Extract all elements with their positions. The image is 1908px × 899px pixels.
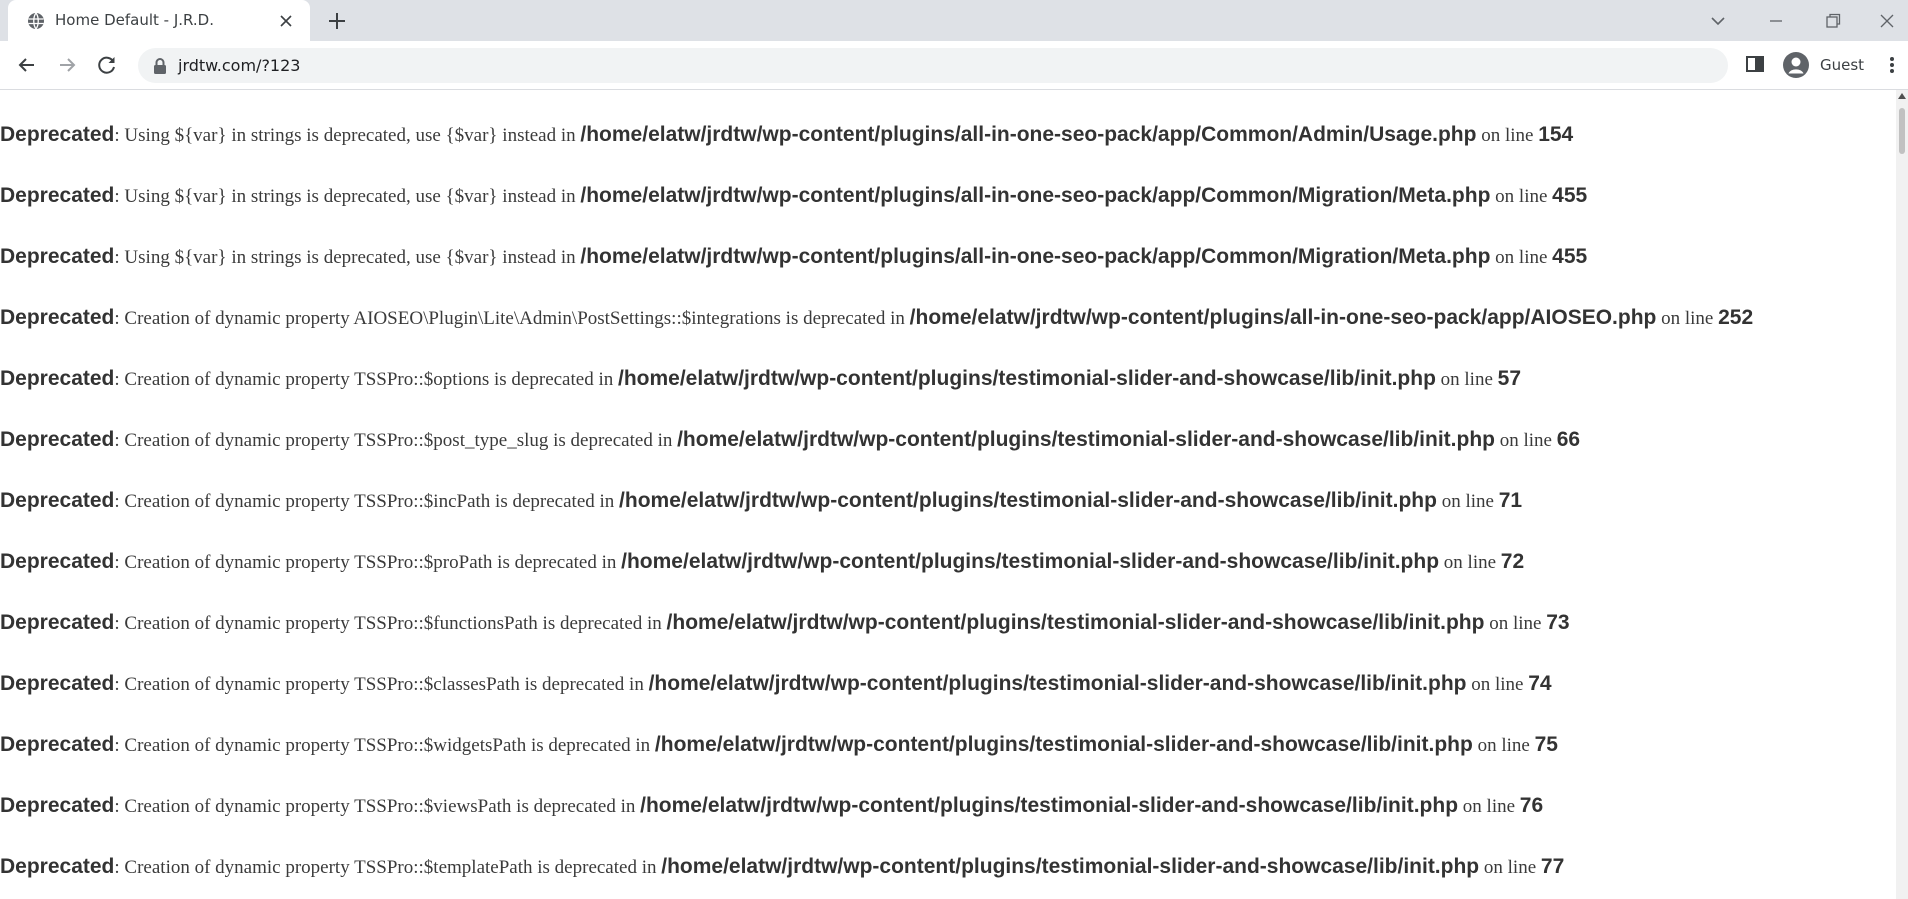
tab-title: Home Default - J.R.D. (55, 11, 214, 29)
notice-text: Creation of dynamic property TSSPro::$po… (124, 430, 678, 451)
notice-file-path: /home/elatw/jrdtw/wp-content/plugins/tes… (621, 550, 1440, 573)
kebab-menu-icon[interactable] (1884, 53, 1900, 77)
back-arrow-icon[interactable] (14, 52, 40, 78)
notice-line-number: 455 (1552, 184, 1588, 207)
notice-line-number: 76 (1519, 794, 1544, 817)
notice-label: Deprecated (0, 428, 115, 451)
notice-file-path: /home/elatw/jrdtw/wp-content/plugins/all… (580, 184, 1491, 207)
deprecation-notice: Deprecated: Creation of dynamic property… (0, 733, 1558, 756)
notice-line-number: 72 (1500, 550, 1525, 573)
minimize-icon[interactable] (1765, 10, 1787, 32)
notice-line-number: 73 (1546, 611, 1570, 634)
notice-file-path: /home/elatw/jrdtw/wp-content/plugins/tes… (654, 733, 1473, 756)
notice-file-path: /home/elatw/jrdtw/wp-content/plugins/all… (909, 306, 1657, 329)
deprecation-notice: Deprecated: Creation of dynamic property… (0, 672, 1552, 695)
notice-text: Using ${var} in strings is deprecated, u… (124, 125, 581, 146)
forward-arrow-icon[interactable] (54, 52, 80, 78)
profile-label: Guest (1820, 56, 1865, 74)
notice-file-path: /home/elatw/jrdtw/wp-content/plugins/tes… (618, 367, 1436, 390)
deprecation-notice: Deprecated: Using ${var} in strings is d… (0, 123, 1574, 146)
globe-icon (28, 12, 44, 30)
notice-file-path: /home/elatw/jrdtw/wp-content/plugins/tes… (666, 611, 1485, 634)
notice-label: Deprecated (0, 123, 115, 146)
notice-file-path: /home/elatw/jrdtw/wp-content/plugins/tes… (640, 794, 1459, 817)
notice-text: Using ${var} in strings is deprecated, u… (124, 247, 581, 268)
notice-label: Deprecated (0, 611, 115, 634)
url-text[interactable]: jrdtw.com/?123 (178, 56, 300, 75)
notice-file-path: /home/elatw/jrdtw/wp-content/plugins/all… (580, 123, 1477, 146)
notice-label: Deprecated (0, 794, 115, 817)
page-scrollbar[interactable] (1896, 90, 1908, 899)
deprecation-notice: Deprecated: Creation of dynamic property… (0, 550, 1525, 573)
notice-label: Deprecated (0, 672, 115, 695)
notice-label: Deprecated (0, 489, 115, 512)
avatar-icon (1783, 52, 1809, 78)
tab-search-chevron-icon[interactable] (1707, 10, 1729, 32)
notice-label: Deprecated (0, 733, 115, 756)
reload-icon[interactable] (94, 52, 120, 78)
deprecation-notice: Deprecated: Creation of dynamic property… (0, 611, 1570, 634)
notice-text: Creation of dynamic property TSSPro::$vi… (124, 796, 641, 817)
notice-file-path: /home/elatw/jrdtw/wp-content/plugins/tes… (619, 489, 1437, 512)
profile-button[interactable]: Guest (1778, 47, 1884, 83)
notice-label: Deprecated (0, 245, 115, 268)
notice-file-path: /home/elatw/jrdtw/wp-content/plugins/tes… (677, 428, 1495, 451)
notice-text: Creation of dynamic property TSSPro::$wi… (124, 735, 655, 756)
deprecation-notice: Deprecated: Creation of dynamic property… (0, 489, 1523, 512)
deprecation-notice: Deprecated: Creation of dynamic property… (0, 855, 1565, 878)
notice-file-path: /home/elatw/jrdtw/wp-content/plugins/all… (580, 245, 1491, 268)
notice-text: Creation of dynamic property TSSPro::$cl… (124, 674, 649, 695)
deprecation-notice: Deprecated: Creation of dynamic property… (0, 306, 1754, 329)
notice-text: Creation of dynamic property TSSPro::$pr… (124, 552, 622, 573)
notice-file-path: /home/elatw/jrdtw/wp-content/plugins/tes… (648, 672, 1467, 695)
scroll-up-arrow-icon[interactable] (1898, 93, 1906, 99)
deprecation-notice: Deprecated: Creation of dynamic property… (0, 428, 1581, 451)
notice-label: Deprecated (0, 184, 115, 207)
notice-label: Deprecated (0, 550, 115, 573)
lock-icon[interactable] (152, 57, 168, 75)
deprecation-notice: Deprecated: Using ${var} in strings is d… (0, 184, 1588, 207)
page-content: Deprecated: Using ${var} in strings is d… (0, 90, 1896, 899)
notice-text: Creation of dynamic property TSSPro::$fu… (124, 613, 667, 634)
deprecation-notice: Deprecated: Creation of dynamic property… (0, 367, 1522, 390)
notice-label: Deprecated (0, 367, 115, 390)
deprecation-notice: Deprecated: Using ${var} in strings is d… (0, 245, 1588, 268)
notice-text: Creation of dynamic property AIOSEO\Plug… (124, 308, 910, 329)
notice-label: Deprecated (0, 855, 115, 878)
browser-tab[interactable]: Home Default - J.R.D. (8, 0, 310, 41)
close-window-icon[interactable] (1876, 10, 1898, 32)
restore-icon[interactable] (1822, 10, 1844, 32)
notice-text: Creation of dynamic property TSSPro::$in… (124, 491, 620, 512)
notice-text: Creation of dynamic property TSSPro::$te… (124, 857, 662, 878)
notice-line-number: 455 (1552, 245, 1588, 268)
notice-line-number: 71 (1498, 489, 1523, 512)
notice-line-number: 154 (1538, 123, 1574, 146)
address-bar[interactable]: jrdtw.com/?123 (138, 48, 1728, 83)
notice-line-number: 252 (1718, 306, 1754, 329)
browser-toolbar: jrdtw.com/?123 Guest (0, 41, 1908, 90)
notice-line-number: 75 (1534, 733, 1558, 756)
notice-file-path: /home/elatw/jrdtw/wp-content/plugins/tes… (661, 855, 1480, 878)
side-panel-icon[interactable] (1744, 53, 1766, 75)
close-tab-icon[interactable] (278, 13, 294, 29)
new-tab-icon[interactable] (326, 10, 348, 32)
deprecation-notice: Deprecated: Creation of dynamic property… (0, 794, 1544, 817)
notice-line-number: 57 (1497, 367, 1522, 390)
notice-text: Creation of dynamic property TSSPro::$op… (124, 369, 618, 390)
notice-text: Using ${var} in strings is deprecated, u… (124, 186, 581, 207)
tab-strip: Home Default - J.R.D. (0, 0, 1908, 41)
notice-label: Deprecated (0, 306, 115, 329)
scrollbar-thumb[interactable] (1899, 108, 1905, 154)
notice-line-number: 74 (1528, 672, 1552, 695)
notice-line-number: 66 (1556, 428, 1581, 451)
notice-line-number: 77 (1540, 855, 1565, 878)
